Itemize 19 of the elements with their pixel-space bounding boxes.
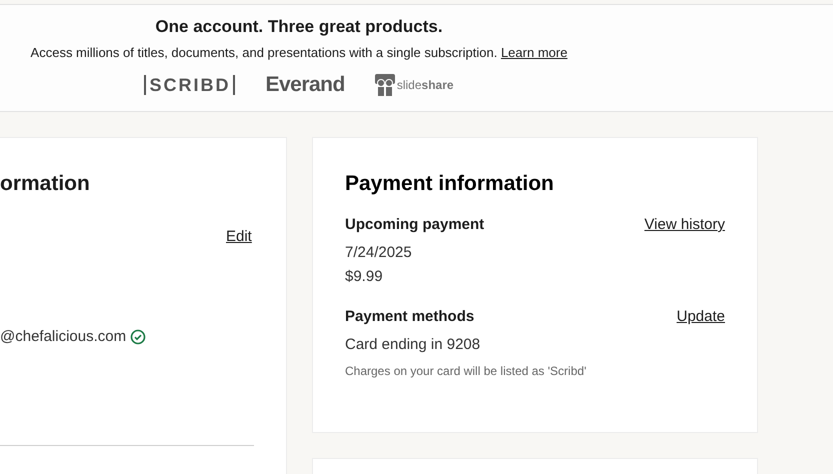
people-icon bbox=[374, 74, 395, 96]
detail-text: Card ending in 9208 bbox=[345, 335, 482, 355]
action-link[interactable]: Update bbox=[676, 307, 725, 327]
edit-link[interactable]: Edit bbox=[226, 226, 252, 248]
section-heading: Payment methods bbox=[345, 307, 474, 327]
banner-text: Access millions of titles, documents, and presentations with a single subscription. Learn more bbox=[30, 44, 568, 62]
banner-title: One account. Three great products. bbox=[155, 16, 443, 38]
scribd-logo: SCRIBD bbox=[144, 75, 236, 95]
section-heading: Upcoming payment bbox=[345, 215, 484, 235]
detail-text: 7/24/2025 bbox=[345, 243, 413, 263]
email-text: @chefalicious.com bbox=[0, 327, 126, 347]
card-title: Payment information bbox=[345, 171, 555, 197]
learn-more-link[interactable]: Learn more bbox=[500, 45, 568, 60]
slideshare-logo: slideshare bbox=[396, 77, 454, 94]
action-link[interactable]: View history bbox=[644, 215, 725, 235]
card-title: ormation bbox=[0, 171, 90, 197]
everand-logo: Everand bbox=[265, 73, 345, 97]
detail-text: $9.99 bbox=[345, 267, 384, 287]
note-text: Charges on your card will be listed as 'Scribd' bbox=[345, 363, 588, 380]
